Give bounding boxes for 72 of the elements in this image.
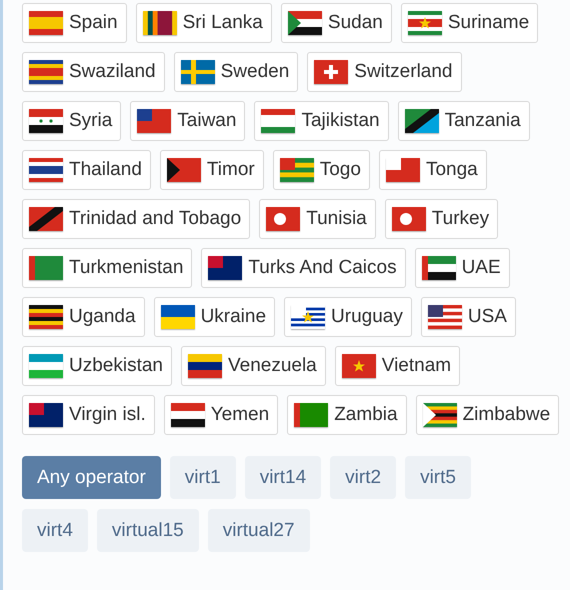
country-button[interactable]: UAE <box>414 248 510 288</box>
country-button[interactable]: Tunisia <box>259 199 376 239</box>
country-button[interactable]: Timor <box>160 150 264 190</box>
operator-button[interactable]: virtual27 <box>208 509 310 552</box>
flag-icon <box>386 158 420 182</box>
country-button[interactable]: Vietnam <box>334 346 460 386</box>
country-button[interactable]: Tajikistan <box>254 101 389 141</box>
flag-icon <box>208 256 242 280</box>
country-button[interactable]: Sri Lanka <box>136 3 272 43</box>
country-button[interactable]: Uruguay <box>284 297 412 337</box>
country-button[interactable]: Turkey <box>384 199 498 239</box>
country-button[interactable]: Taiwan <box>130 101 246 141</box>
country-button[interactable]: Virgin isl. <box>22 395 155 435</box>
flag-icon <box>408 11 442 35</box>
country-button[interactable]: Uzbekistan <box>22 346 172 386</box>
flag-icon <box>392 207 426 231</box>
operator-button[interactable]: virtual15 <box>96 509 199 552</box>
flag-icon <box>29 403 63 427</box>
flag-icon <box>266 207 300 231</box>
country-button[interactable]: Turks And Caicos <box>201 248 406 288</box>
flag-icon <box>280 158 314 182</box>
country-button[interactable]: Switzerland <box>307 52 462 92</box>
country-button[interactable]: Zambia <box>287 395 407 435</box>
operator-button[interactable]: virt2 <box>330 456 396 499</box>
flag-icon <box>422 256 456 280</box>
flag-icon <box>29 305 63 329</box>
flag-icon <box>294 403 328 427</box>
flag-icon <box>142 11 177 35</box>
flag-icon <box>160 305 195 329</box>
operator-button[interactable]: Any operator <box>22 456 161 499</box>
country-button[interactable]: Ukraine <box>154 297 276 337</box>
flag-icon <box>422 403 457 427</box>
flag-icon <box>170 403 205 427</box>
country-button[interactable]: Swaziland <box>22 52 165 92</box>
country-button[interactable]: Venezuela <box>181 346 326 386</box>
flag-icon <box>428 305 462 329</box>
operator-button[interactable]: virt5 <box>405 456 471 499</box>
country-button[interactable]: Thailand <box>22 150 151 190</box>
country-button[interactable]: Turkmenistan <box>22 248 192 288</box>
operator-button[interactable]: virt4 <box>22 509 88 552</box>
country-button[interactable]: Yemen <box>164 395 278 435</box>
country-button[interactable]: Uganda <box>22 297 145 337</box>
flag-icon <box>404 109 439 133</box>
flag-icon <box>291 305 326 329</box>
country-button[interactable]: Togo <box>272 150 370 190</box>
operator-button[interactable]: virt14 <box>244 456 322 499</box>
flag-icon <box>29 158 63 182</box>
operator-button[interactable]: virt1 <box>170 456 236 499</box>
country-button[interactable]: Sweden <box>174 52 298 92</box>
country-button[interactable]: Spain <box>22 3 127 43</box>
flag-icon <box>29 207 63 231</box>
flag-icon <box>29 11 63 35</box>
flag-icon <box>314 60 348 84</box>
flag-icon <box>137 109 172 133</box>
flag-icon <box>342 354 376 378</box>
flag-icon <box>29 60 63 84</box>
flag-icon <box>261 109 296 133</box>
country-button[interactable]: Trinidad and Tobago <box>22 199 250 239</box>
country-button[interactable]: Sudan <box>280 3 392 43</box>
country-button[interactable]: Tonga <box>378 150 487 190</box>
flag-icon <box>288 11 322 35</box>
country-button[interactable]: Tanzania <box>398 101 530 141</box>
flag-icon <box>29 354 63 378</box>
country-button[interactable]: USA <box>420 297 516 337</box>
country-button[interactable]: Syria <box>22 101 122 141</box>
flag-icon <box>29 256 63 280</box>
flag-icon <box>29 109 63 133</box>
flag-icon <box>166 158 201 182</box>
country-button[interactable]: Zimbabwe <box>416 395 560 435</box>
country-button[interactable]: Suriname <box>400 3 538 43</box>
flag-icon <box>188 354 222 378</box>
flag-icon <box>180 60 215 84</box>
